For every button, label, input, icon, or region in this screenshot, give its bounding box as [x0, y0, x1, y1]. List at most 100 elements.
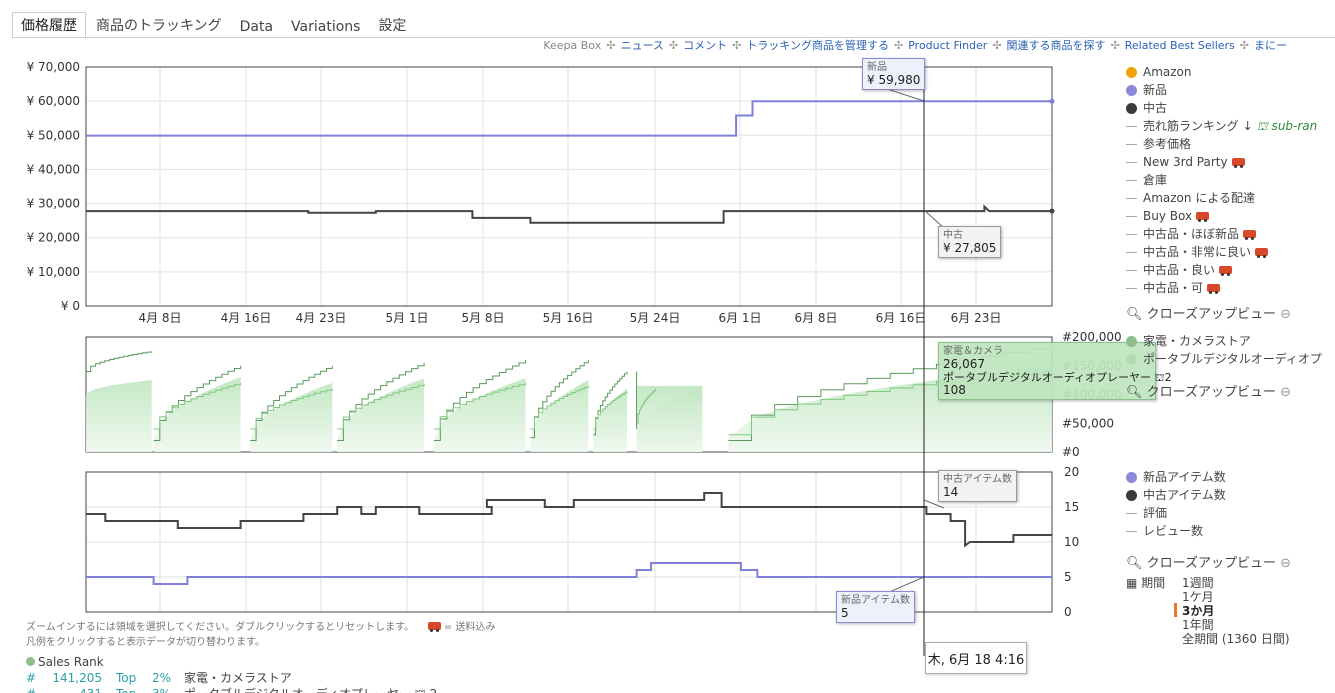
dot-icon [1126, 335, 1137, 347]
tooltip-value: 5 [841, 606, 849, 620]
y-tick-label: ¥ 60,000 [27, 94, 80, 108]
truck-icon [427, 622, 441, 632]
tooltip-used-price: 中古 ¥ 27,805 [938, 226, 1002, 258]
series-line-used-count [86, 492, 1052, 548]
price-legend-item[interactable]: 参考価格 [1126, 135, 1317, 153]
tooltip-value: 14 [943, 485, 959, 499]
price-legend-item[interactable]: Amazon による配達 [1126, 189, 1317, 207]
dash-icon [1126, 269, 1137, 271]
chart-notes: ズームインするには領域を選択してください。ダブルクリックするとリセットします。 … [26, 620, 495, 650]
sub-rank-label[interactable]: ⛫ sub-ran [1257, 117, 1318, 135]
count-chart[interactable]: 0 5 10 15 20 [85, 465, 1079, 619]
items-legend-item[interactable]: 新品アイテム数 [1126, 468, 1226, 486]
dash-icon [1126, 530, 1137, 532]
price-legend-item[interactable]: New 3rd Party [1126, 153, 1317, 171]
price-legend-label: Amazon [1143, 65, 1192, 79]
tooltip-value: ¥ 59,980 [867, 73, 921, 87]
items-legend-label: 中古アイテム数 [1143, 488, 1226, 502]
price-legend-label: 中古品・ほぼ新品 [1143, 227, 1240, 241]
price-legend-item[interactable]: 倉庫 [1126, 171, 1317, 189]
rank-top: Top [116, 686, 152, 693]
dash-icon [1126, 125, 1137, 127]
sales-rank-rows: #141,205Top2%家電・カメラストア#431Top3%ポータブルデジタル… [26, 670, 437, 693]
x-tick-label: 4月 23日 [296, 311, 347, 325]
price-legend-label: 売れ筋ランキング [1143, 119, 1239, 133]
sales-rank-section: Sales Rank #141,205Top2%家電・カメラストア#431Top… [26, 654, 437, 693]
magnifier-icon: 🔍︎ [1126, 385, 1143, 400]
period-option[interactable]: 全期間 (1360 日間) [1182, 630, 1290, 647]
dot-icon [1126, 489, 1137, 501]
x-tick-label: 6月 16日 [876, 311, 927, 325]
toggle-icon: ⊖ [1280, 307, 1292, 322]
dot-icon [1126, 66, 1137, 78]
toggle-icon: ⊖ [1280, 556, 1292, 571]
price-legend-item[interactable]: Buy Box [1126, 207, 1317, 225]
dash-icon [1126, 143, 1137, 145]
rank-dot-icon [26, 657, 35, 666]
price-legend-label: 中古品・可 [1143, 281, 1204, 295]
price-legend-item[interactable]: 新品 [1126, 81, 1317, 99]
sort-icon: ↓ [1242, 119, 1253, 133]
y-tick-label: ¥ 70,000 [27, 60, 80, 74]
items-legend-item[interactable]: レビュー数 [1126, 522, 1226, 540]
rank-legend-label: 家電・カメラストア [1143, 334, 1251, 348]
x-tick-label: 6月 8日 [794, 311, 837, 325]
sales-rank-title-text: Sales Rank [38, 655, 104, 669]
chart-frame [85, 66, 1053, 307]
price-legend-label: Buy Box [1143, 209, 1193, 223]
price-legend-item[interactable]: 中古品・良い [1126, 261, 1317, 279]
sales-rank-row: #431 Top3%ポータブルデジタルオーディオプレーヤー ⛫ 2 [26, 686, 437, 693]
closeup-view-price[interactable]: 🔍︎ クローズアップビュー ⊖ [1126, 303, 1291, 322]
closeup-view-items[interactable]: 🔍︎ クローズアップビュー ⊖ [1126, 552, 1291, 571]
price-legend-item[interactable]: 中古品・可 [1126, 279, 1317, 297]
rank-category[interactable]: 家電・カメラストア [184, 671, 292, 685]
y-tick-label: ¥ 0 [61, 299, 80, 313]
note-shipping-text: = 送料込み [443, 622, 496, 633]
closeup-view-rank[interactable]: 🔍︎ クローズアップビュー ⊖ [1126, 381, 1291, 400]
rank-legend-item[interactable]: 家電・カメラストア [1126, 332, 1322, 350]
period-selected-marker [1174, 603, 1177, 617]
price-legend-item[interactable]: 中古 [1126, 99, 1317, 117]
truck-icon [1196, 212, 1210, 222]
period-selector: ▦ 期間 1週間 1ケ月 3か月 1年間 全期間 (1360 日間) [1126, 574, 1290, 646]
magnifier-icon: 🔍︎ [1126, 556, 1143, 571]
price-legend-item[interactable]: Amazon [1126, 63, 1317, 81]
rank-legend-item[interactable]: ポータブルデジタルオーディオプ [1126, 350, 1322, 368]
items-legend-label: レビュー数 [1143, 524, 1204, 538]
note-zoom: ズームインするには領域を選択してください。ダブルクリックするとリセットします。 … [26, 620, 495, 635]
x-tick-label: 4月 16日 [221, 311, 272, 325]
dot-icon [1126, 84, 1137, 96]
tooltip-value: 108 [943, 383, 966, 397]
truck-icon [1255, 248, 1269, 258]
y-tick-label: 20 [1064, 465, 1079, 479]
price-legend-item[interactable]: 中古品・非常に良い [1126, 243, 1317, 261]
price-legend-label: 参考価格 [1143, 137, 1192, 151]
series-line-new [86, 100, 1052, 137]
magnifier-icon: 🔍︎ [1126, 307, 1143, 322]
dot-icon [1126, 102, 1137, 114]
price-legend-item[interactable]: 中古品・ほぼ新品 [1126, 225, 1317, 243]
rank-category[interactable]: ポータブルデジタルオーディオプレーヤー [184, 687, 411, 693]
items-legend-label: 新品アイテム数 [1143, 470, 1226, 484]
dash-icon [1126, 179, 1137, 181]
price-legend-item[interactable]: 売れ筋ランキング ↓ ⛫ sub-ran [1126, 117, 1317, 135]
toggle-icon: ⊖ [1280, 385, 1292, 400]
y-tick-label: #0 [1062, 445, 1080, 459]
closeup-label: クローズアップビュー [1146, 556, 1277, 571]
hover-date-label: 木, 6月 18 4:16 [925, 642, 1027, 674]
items-legend-item[interactable]: 中古アイテム数 [1126, 486, 1226, 504]
rank-value: 141,205 [52, 671, 102, 685]
price-legend-label: 中古品・非常に良い [1143, 245, 1252, 259]
y-tick-label: 0 [1064, 605, 1072, 619]
price-chart[interactable]: 4月 8日 4月 16日 4月 23日 5月 1日 5月 8日 5月 16日 5月 24日 6… [27, 60, 1055, 325]
rank-area-fill [86, 380, 152, 452]
items-legend-item[interactable]: 評価 [1126, 504, 1226, 522]
x-tick-label: 5月 8日 [461, 311, 504, 325]
y-tick-label: ¥ 10,000 [27, 265, 80, 279]
rank-percent: 3% [152, 686, 184, 693]
rank-hash: # [26, 686, 40, 693]
y-tick-label: ¥ 30,000 [27, 197, 80, 211]
tooltip-sublabel-text: ポータブルデジタルオーディオプレーヤー [943, 371, 1152, 384]
y-tick-label: 10 [1064, 535, 1079, 549]
x-tick-label: 4月 8日 [138, 311, 181, 325]
